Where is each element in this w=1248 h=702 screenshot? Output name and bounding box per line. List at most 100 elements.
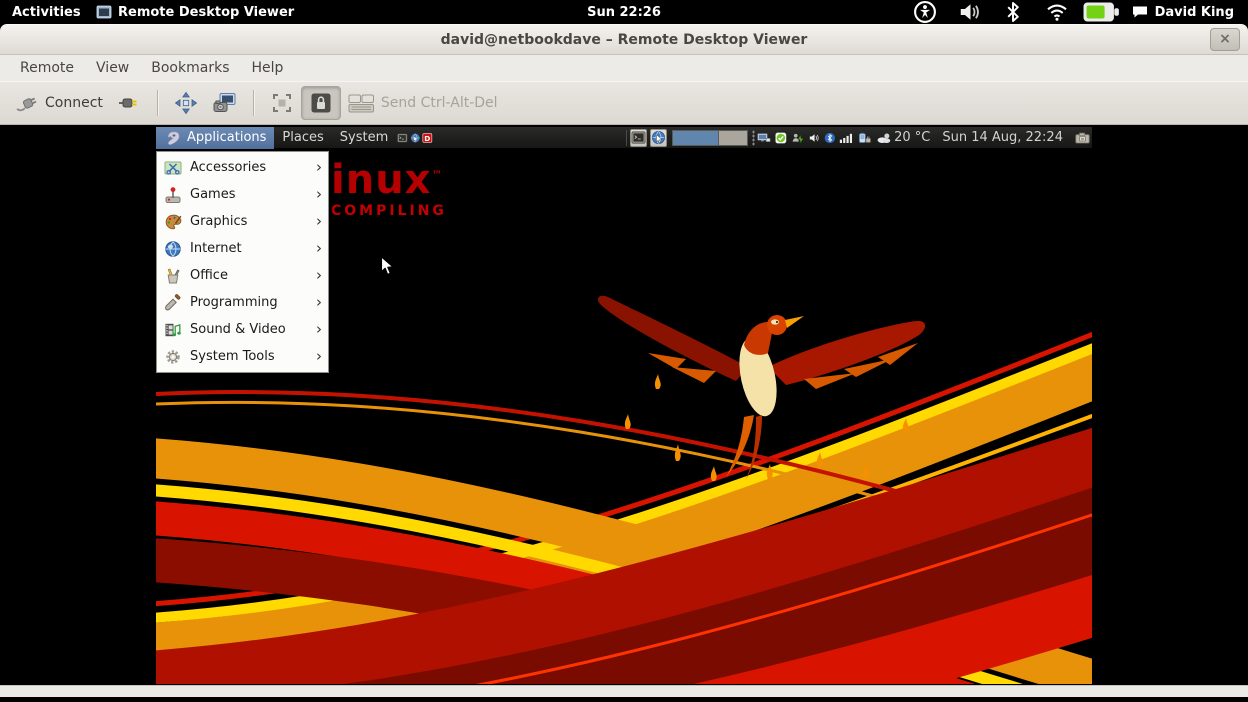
take-screenshot-button[interactable]	[205, 87, 244, 119]
window-titlebar[interactable]: david@netbookdave – Remote Desktop Viewe…	[0, 25, 1248, 55]
remote-desktop-viewer-window: david@netbookdave – Remote Desktop Viewe…	[0, 24, 1248, 697]
disconnect-button[interactable]	[110, 87, 148, 119]
weather-tray-icon[interactable]	[874, 127, 894, 149]
send-ctrl-alt-del-button[interactable]: Send Ctrl-Alt-Del	[341, 89, 505, 118]
scaling-toggle-button[interactable]	[263, 87, 301, 119]
updates-ok-tray-icon[interactable]	[773, 127, 789, 149]
browser-launcher-icon[interactable]	[410, 129, 421, 147]
menubar-item-help[interactable]: Help	[241, 57, 293, 79]
temperature-label: 20 °C	[894, 130, 930, 145]
activities-label: Activities	[12, 5, 81, 20]
app-menu-item-label: Graphics	[190, 214, 308, 229]
palette-icon	[164, 213, 182, 231]
mouse-cursor	[380, 256, 395, 277]
app-menu-item-office[interactable]: Office›	[157, 262, 328, 289]
app-menu-item-accessories[interactable]: Accessories›	[157, 154, 328, 181]
app-menu-item-label: Accessories	[190, 160, 308, 175]
battery-icon[interactable]	[1082, 0, 1120, 24]
bluetooth-icon[interactable]	[994, 0, 1032, 24]
applications-menu-button[interactable]: Applications	[156, 127, 274, 149]
app-menu-item-label: System Tools	[190, 349, 308, 364]
app-menu-item-internet[interactable]: Internet ›	[157, 235, 328, 262]
connect-label: Connect	[45, 95, 103, 111]
gear-icon	[164, 348, 182, 366]
app-menu-item-graphics[interactable]: Graphics›	[157, 208, 328, 235]
window-toolbar: Connect Send Ctrl-Alt-Del	[0, 81, 1248, 125]
remote-gnome-panel: Applications Places System D	[156, 127, 1092, 149]
accessibility-icon[interactable]	[906, 0, 944, 24]
submenu-arrow-icon: ›	[316, 295, 322, 310]
focused-app-label: Remote Desktop Viewer	[118, 5, 294, 20]
workspace-1-active[interactable]	[673, 131, 718, 145]
app-menu-item-programming[interactable]: Programming ›	[157, 289, 328, 316]
shell-status-area: David King	[906, 0, 1240, 24]
joystick-icon	[164, 186, 182, 204]
scissors-icon	[164, 159, 182, 177]
app-window-icon	[96, 4, 112, 20]
focused-app-menu[interactable]: Remote Desktop Viewer	[96, 0, 294, 24]
fullscreen-button[interactable]	[167, 87, 205, 119]
battery-tray-icon[interactable]	[856, 127, 874, 149]
connect-plug-icon	[15, 91, 39, 115]
menubar-item-bookmarks[interactable]: Bookmarks	[141, 57, 239, 79]
globe-icon	[164, 240, 182, 258]
scaling-icon	[270, 91, 294, 115]
close-button[interactable]: ×	[1210, 28, 1240, 51]
panel-separator	[626, 130, 627, 146]
svg-text:D: D	[425, 133, 431, 142]
submenu-arrow-icon: ›	[316, 241, 322, 256]
bluetooth-tray-icon[interactable]	[822, 127, 838, 149]
remote-desktop-tray-icon[interactable]	[755, 127, 773, 149]
window-list-terminal[interactable]	[630, 129, 647, 147]
film-note-icon	[164, 321, 182, 339]
toolbar-separator	[253, 90, 254, 116]
wifi-icon[interactable]	[1038, 0, 1076, 24]
app-menu-item-label: Office	[190, 268, 308, 283]
user-status-tray-icon[interactable]	[789, 127, 806, 149]
user-menu[interactable]: David King	[1126, 5, 1240, 20]
globe-cursor-icon	[651, 130, 666, 145]
remote-viewport: inux™ COMPILING david's Home Wastebasket…	[0, 125, 1248, 685]
toolbar-separator	[157, 90, 158, 116]
app-menu-item-system-tools[interactable]: System Tools›	[157, 343, 328, 370]
submenu-arrow-icon: ›	[316, 187, 322, 202]
trowel-icon	[164, 294, 182, 312]
app-menu-item-label: Games	[190, 187, 308, 202]
app-menu-item-sound-video[interactable]: Sound & Video›	[157, 316, 328, 343]
system-menu-button[interactable]: System	[332, 127, 396, 149]
lock-icon	[309, 91, 333, 115]
app-menu-item-label: Internet	[190, 241, 308, 256]
screenshot-icon	[212, 91, 237, 115]
places-menu-button[interactable]: Places	[274, 127, 331, 149]
workspace-2[interactable]	[718, 131, 747, 145]
terminal-launcher-icon[interactable]	[397, 129, 408, 147]
system-label: System	[340, 130, 388, 145]
app-menu-item-games[interactable]: Games ›	[157, 181, 328, 208]
applications-label: Applications	[187, 130, 266, 145]
keyboard-icon	[348, 93, 375, 114]
desktop-bottom-edge	[0, 697, 1248, 702]
connect-button[interactable]: Connect	[8, 87, 110, 119]
volume-icon[interactable]	[950, 0, 988, 24]
keyboard-grab-toggle-button[interactable]	[301, 86, 341, 120]
volume-tray-icon[interactable]	[806, 127, 822, 149]
remote-clock[interactable]: Sun 14 Aug, 22:24	[942, 130, 1063, 145]
send-ctrl-alt-del-label: Send Ctrl-Alt-Del	[381, 95, 498, 111]
pen-cup-icon	[164, 267, 182, 285]
menubar-item-view[interactable]: View	[86, 57, 139, 79]
menubar-item-remote[interactable]: Remote	[10, 57, 84, 79]
shell-clock-label: Sun 22:26	[587, 5, 661, 20]
camera-tray-icon[interactable]	[1073, 127, 1092, 149]
app-menu-item-label: Sound & Video	[190, 322, 308, 337]
window-list-browser[interactable]	[650, 129, 667, 147]
signal-tray-icon[interactable]	[837, 127, 856, 149]
wallpaper-brand-text: inux™ COMPILING	[331, 160, 447, 219]
fullscreen-icon	[174, 91, 198, 115]
workspace-switcher[interactable]	[672, 130, 748, 146]
chat-icon	[1132, 5, 1148, 19]
remote-screen[interactable]: inux™ COMPILING david's Home Wastebasket…	[156, 127, 1092, 684]
app-menu-item-label: Programming	[190, 295, 308, 310]
disconnect-plug-icon	[117, 91, 141, 115]
activities-button[interactable]: Activities	[12, 0, 81, 24]
d-app-launcher-icon[interactable]: D	[422, 129, 433, 147]
